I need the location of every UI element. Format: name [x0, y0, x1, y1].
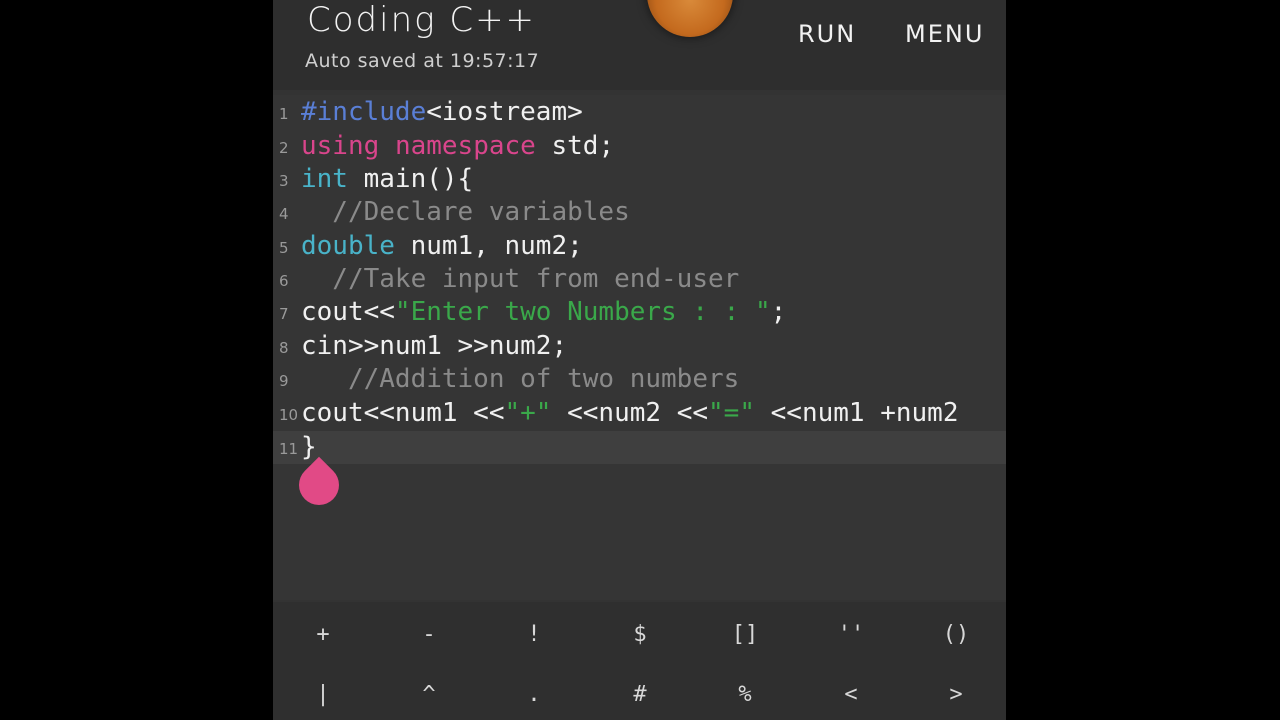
- symbol-key-bar: + -! $ [] '' () | ^. #% < >: [273, 602, 1006, 720]
- line-number: 5: [279, 239, 289, 257]
- symbol-key[interactable]: []: [715, 622, 775, 647]
- code-text: }: [301, 431, 317, 464]
- code-token: //Take input from end-user: [301, 264, 740, 294]
- code-text: cout<<num1 <<"+" <<num2 <<"=" <<num1 +nu…: [301, 397, 958, 430]
- code-token: std;: [535, 131, 615, 161]
- code-text: //Take input from end-user: [301, 263, 739, 296]
- code-line[interactable]: 5 double num1, num2;: [273, 230, 1006, 263]
- menu-button[interactable]: MENU: [905, 20, 984, 48]
- code-text: using namespace std;: [301, 130, 614, 163]
- code-line[interactable]: 8 cin>>num1 >>num2;: [273, 330, 1006, 363]
- code-line[interactable]: 1 #include<iostream>: [273, 96, 1006, 129]
- code-line[interactable]: 10 cout<<num1 <<"+" <<num2 <<"=" <<num1 +…: [273, 397, 1006, 430]
- code-token: cin>>num1 >>num2;: [301, 331, 568, 361]
- code-token: main(){: [347, 164, 474, 194]
- code-text: cin>>num1 >>num2;: [301, 330, 567, 363]
- code-token: //Addition of two numbers: [301, 364, 740, 394]
- symbol-key[interactable]: ^: [399, 682, 459, 707]
- symbol-key[interactable]: >: [926, 682, 986, 707]
- symbol-key[interactable]: +: [293, 622, 353, 647]
- code-editor[interactable]: 11} 10 cout<<num1 <<"+" <<num2 <<"=" <<num…: [273, 95, 1006, 600]
- text-cursor-handle[interactable]: [290, 456, 348, 514]
- line-number: 8: [279, 339, 289, 357]
- symbol-key[interactable]: #: [610, 682, 670, 707]
- symbol-key[interactable]: .: [504, 682, 564, 707]
- code-token: ;: [770, 297, 787, 327]
- code-token: "Enter two Numbers : : ": [394, 297, 771, 327]
- symbol-key[interactable]: '': [821, 622, 881, 647]
- code-line[interactable]: 11}: [273, 431, 1006, 464]
- run-button[interactable]: RUN: [798, 20, 856, 48]
- code-token: }: [301, 432, 317, 462]
- symbol-key[interactable]: !: [504, 622, 564, 647]
- code-token: //Declare variables: [301, 197, 630, 227]
- code-line[interactable]: 6 //Take input from end-user: [273, 263, 1006, 296]
- line-number: 4: [279, 205, 289, 223]
- autosave-status: Auto saved at 19:57:17: [305, 50, 540, 72]
- code-token: num1, num2;: [394, 231, 583, 261]
- app-title: Coding C++: [307, 0, 537, 40]
- symbol-key[interactable]: -: [399, 622, 459, 647]
- code-token: <<num2 <<: [551, 398, 709, 428]
- symbol-key[interactable]: $: [610, 622, 670, 647]
- floating-action-button[interactable]: [647, 0, 733, 37]
- app-header: Coding C++ Auto saved at 19:57:17 RUN ME…: [273, 0, 1006, 90]
- line-number: 10: [279, 406, 299, 424]
- symbol-key[interactable]: %: [715, 682, 775, 707]
- code-text: double num1, num2;: [301, 230, 583, 263]
- code-token: namespace: [394, 131, 536, 161]
- code-token: int: [301, 164, 348, 194]
- code-token: <iostream>: [426, 97, 583, 127]
- line-number: 2: [279, 139, 289, 157]
- symbol-key[interactable]: (): [926, 622, 986, 647]
- line-number: 7: [279, 305, 289, 323]
- code-text: #include<iostream>: [301, 96, 583, 129]
- line-number: 3: [279, 172, 289, 190]
- code-token: "+": [504, 398, 552, 428]
- code-text: //Declare variables: [301, 196, 630, 229]
- line-number: 1: [279, 105, 289, 123]
- symbol-key[interactable]: <: [821, 682, 881, 707]
- code-text: cout<<"Enter two Numbers : : ";: [301, 296, 786, 329]
- line-number: 9: [279, 372, 289, 390]
- app-screen: Coding C++ Auto saved at 19:57:17 RUN ME…: [273, 0, 1006, 720]
- line-number: 6: [279, 272, 289, 290]
- code-line[interactable]: 2 using namespace std;: [273, 130, 1006, 163]
- code-token: <<num1 +num2: [754, 398, 959, 428]
- code-line[interactable]: 3 int main(){: [273, 163, 1006, 196]
- code-line[interactable]: 4 //Declare variables: [273, 196, 1006, 229]
- code-line[interactable]: 9 //Addition of two numbers: [273, 363, 1006, 396]
- code-token: cout<<: [301, 297, 395, 327]
- code-token: "=": [708, 398, 755, 428]
- code-token: cout<<num1 <<: [301, 398, 505, 428]
- code-token: double: [301, 231, 395, 261]
- symbol-key[interactable]: |: [293, 682, 353, 707]
- code-line[interactable]: 7 cout<<"Enter two Numbers : : ";: [273, 296, 1006, 329]
- code-text: int main(){: [301, 163, 473, 196]
- code-text: //Addition of two numbers: [301, 363, 739, 396]
- line-number: 11: [279, 440, 299, 458]
- code-token: using: [301, 131, 380, 161]
- code-token: #include: [301, 97, 427, 127]
